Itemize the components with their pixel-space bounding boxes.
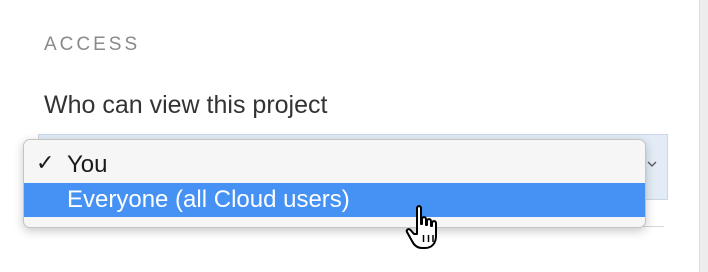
menu-option-label: You	[67, 151, 108, 178]
section-heading-access: ACCESS	[44, 34, 141, 55]
menu-option-label: Everyone (all Cloud users)	[67, 186, 350, 213]
menu-option-you[interactable]: ✓ You	[24, 148, 645, 182]
settings-panel: ACCESS Who can view this project ✓ You E…	[0, 0, 700, 272]
hand-pointer-cursor-icon	[405, 205, 437, 249]
menu-option-everyone[interactable]: Everyone (all Cloud users)	[24, 183, 645, 217]
chevron-down-icon	[647, 161, 657, 167]
field-label-who-can-view: Who can view this project	[44, 91, 328, 119]
access-dropdown-menu: ✓ You Everyone (all Cloud users)	[23, 139, 646, 228]
checkmark-icon: ✓	[36, 151, 55, 176]
